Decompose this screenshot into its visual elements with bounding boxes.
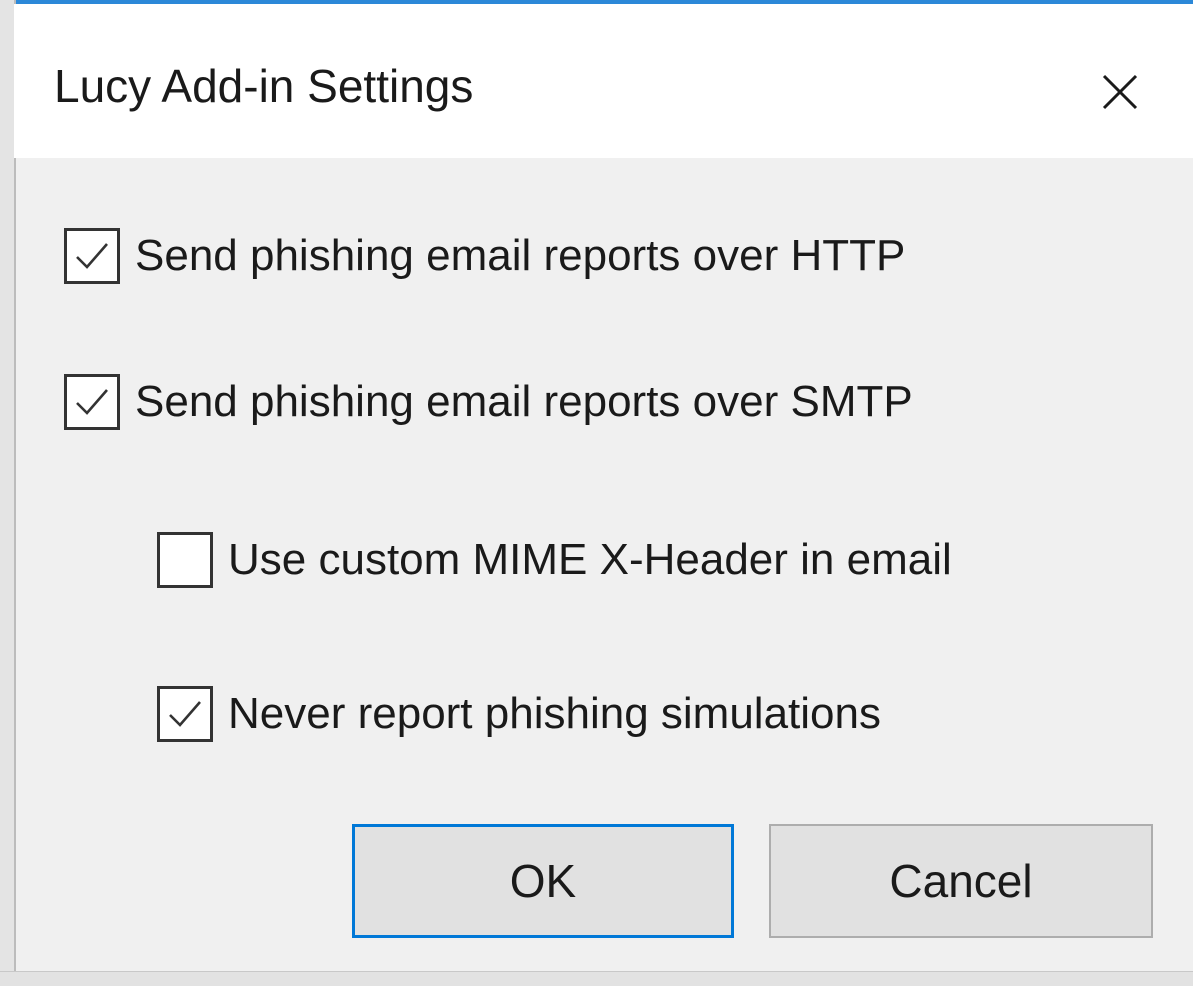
checkbox-box[interactable] xyxy=(157,686,213,742)
checkbox-label: Use custom MIME X-Header in email xyxy=(228,535,952,584)
close-icon xyxy=(1102,74,1138,110)
checkbox-send-over-smtp[interactable]: Send phishing email reports over SMTP xyxy=(64,374,913,430)
checkmark-icon xyxy=(76,243,108,269)
checkbox-label: Never report phishing simulations xyxy=(228,689,881,738)
checkbox-custom-mime-header[interactable]: Use custom MIME X-Header in email xyxy=(157,532,952,588)
checkmark-icon xyxy=(169,701,201,727)
window-bottom-edge xyxy=(0,971,1193,986)
checkbox-never-report-simulations[interactable]: Never report phishing simulations xyxy=(157,686,881,742)
settings-dialog: Lucy Add-in Settings Send phishing email… xyxy=(0,0,1193,986)
checkbox-box[interactable] xyxy=(157,532,213,588)
dialog-title: Lucy Add-in Settings xyxy=(54,60,474,112)
checkbox-box[interactable] xyxy=(64,374,120,430)
checkbox-box[interactable] xyxy=(64,228,120,284)
checkbox-send-over-http[interactable]: Send phishing email reports over HTTP xyxy=(64,228,905,284)
cancel-button[interactable]: Cancel xyxy=(769,824,1153,938)
ok-button[interactable]: OK xyxy=(352,824,734,938)
title-bar: Lucy Add-in Settings xyxy=(14,4,1193,158)
checkbox-label: Send phishing email reports over HTTP xyxy=(135,231,906,280)
close-button[interactable] xyxy=(1090,64,1150,120)
checkbox-label: Send phishing email reports over SMTP xyxy=(135,377,913,426)
checkmark-icon xyxy=(76,389,108,415)
